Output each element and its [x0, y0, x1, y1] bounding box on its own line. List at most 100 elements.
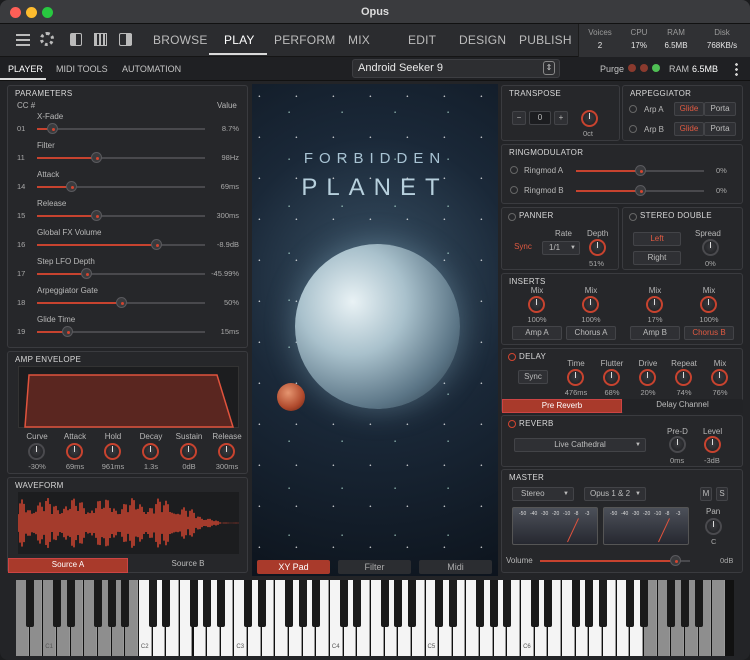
panel-icon[interactable]: [119, 33, 132, 46]
delay-knob[interactable]: [567, 369, 584, 386]
param-slider[interactable]: [37, 239, 205, 250]
pre-d-knob[interactable]: [669, 436, 686, 453]
black-key[interactable]: [503, 580, 512, 627]
ringmod-a-power-icon[interactable]: [510, 166, 518, 174]
tab-edit[interactable]: EDIT: [408, 33, 436, 47]
black-key[interactable]: [680, 580, 689, 627]
arp-a-power-icon[interactable]: [629, 105, 637, 113]
param-slider-thumb[interactable]: [91, 210, 102, 221]
volume-thumb[interactable]: [670, 555, 681, 566]
param-slider-thumb[interactable]: [66, 181, 77, 192]
reverb-level-knob[interactable]: [704, 436, 721, 453]
xy-pad-tab[interactable]: XY Pad: [257, 560, 330, 574]
envelope-graph[interactable]: [18, 366, 239, 428]
reverb-power-icon[interactable]: [508, 420, 516, 428]
amp-knob[interactable]: [180, 443, 197, 460]
gear-icon[interactable]: [40, 32, 54, 46]
black-key[interactable]: [407, 580, 416, 627]
tab-play[interactable]: PLAY: [224, 33, 255, 47]
volume-slider[interactable]: [540, 555, 690, 566]
filter-tab[interactable]: Filter: [338, 560, 411, 574]
param-slider[interactable]: [37, 326, 205, 337]
black-key[interactable]: [339, 580, 348, 627]
param-slider[interactable]: [37, 123, 205, 134]
black-key[interactable]: [585, 580, 594, 627]
midi-tab[interactable]: Midi: [419, 560, 492, 574]
arp-b-glide-button[interactable]: Glide: [674, 122, 704, 136]
delay-power-icon[interactable]: [508, 353, 516, 361]
black-key[interactable]: [257, 580, 266, 627]
param-slider[interactable]: [37, 297, 205, 308]
delay-knob[interactable]: [603, 369, 620, 386]
subtab-automation[interactable]: AUTOMATION: [122, 64, 181, 74]
tab-browse[interactable]: BROWSE: [153, 33, 208, 47]
black-key[interactable]: [25, 580, 34, 627]
layout-icon[interactable]: [70, 33, 82, 46]
master-output-dropdown[interactable]: Opus 1 & 2 ▼: [584, 487, 646, 501]
ringmod-b-thumb[interactable]: [635, 185, 646, 196]
purge-led-3[interactable]: [652, 64, 660, 72]
insert-mix-knob[interactable]: [646, 296, 663, 313]
purge-led-2[interactable]: [640, 64, 648, 72]
panner-depth-knob[interactable]: [589, 239, 606, 256]
insert-slot-button[interactable]: Chorus B: [684, 326, 734, 340]
amp-knob[interactable]: [28, 443, 45, 460]
preset-selector[interactable]: Android Seeker 9 ⇕: [352, 59, 560, 78]
insert-mix-knob[interactable]: [582, 296, 599, 313]
delay-knob[interactable]: [639, 369, 656, 386]
black-key[interactable]: [639, 580, 648, 627]
waveform-display[interactable]: [17, 492, 239, 554]
mute-button[interactable]: M: [700, 487, 712, 501]
black-key[interactable]: [476, 580, 485, 627]
amp-knob[interactable]: [104, 443, 121, 460]
solo-button[interactable]: S: [716, 487, 728, 501]
transpose-minus-button[interactable]: −: [512, 111, 526, 125]
insert-slot-button[interactable]: Amp B: [630, 326, 680, 340]
tab-publish[interactable]: PUBLISH: [519, 33, 572, 47]
param-slider-thumb[interactable]: [151, 239, 162, 250]
tab-perform[interactable]: PERFORM: [274, 33, 335, 47]
black-key[interactable]: [66, 580, 75, 627]
black-key[interactable]: [626, 580, 635, 627]
tab-mix[interactable]: MIX: [348, 33, 370, 47]
arp-b-porta-button[interactable]: Porta: [704, 122, 736, 136]
piano-icon[interactable]: [94, 33, 107, 46]
more-options-icon[interactable]: [735, 62, 738, 76]
black-key[interactable]: [203, 580, 212, 627]
stereo-double-power-icon[interactable]: [629, 213, 637, 221]
arp-a-glide-button[interactable]: Glide: [674, 102, 704, 116]
black-key[interactable]: [107, 580, 116, 627]
param-slider-thumb[interactable]: [91, 152, 102, 163]
black-key[interactable]: [380, 580, 389, 627]
black-key[interactable]: [244, 580, 253, 627]
black-key[interactable]: [121, 580, 130, 627]
black-key[interactable]: [189, 580, 198, 627]
panner-power-icon[interactable]: [508, 213, 516, 221]
piano-keyboard[interactable]: C1 C2 C3 C4 C5 C6: [16, 580, 734, 656]
param-slider[interactable]: [37, 181, 205, 192]
black-key[interactable]: [53, 580, 61, 627]
ringmod-a-thumb[interactable]: [635, 165, 646, 176]
amp-knob[interactable]: [142, 443, 159, 460]
param-slider[interactable]: [37, 152, 205, 163]
pan-knob[interactable]: [705, 518, 722, 535]
black-key[interactable]: [298, 580, 307, 627]
black-key[interactable]: [394, 580, 403, 627]
black-key[interactable]: [216, 580, 225, 627]
param-slider[interactable]: [37, 268, 205, 279]
ringmod-b-slider[interactable]: [576, 185, 704, 196]
delay-knob[interactable]: [675, 369, 692, 386]
insert-slot-button[interactable]: Chorus A: [566, 326, 616, 340]
reverb-preset-dropdown[interactable]: Live Cathedral ▼: [514, 438, 646, 452]
amp-knob[interactable]: [218, 443, 235, 460]
param-slider-thumb[interactable]: [116, 297, 127, 308]
spread-knob[interactable]: [702, 239, 719, 256]
black-key[interactable]: [435, 580, 444, 627]
menu-icon[interactable]: [16, 34, 30, 46]
delay-sync-button[interactable]: Sync: [518, 370, 548, 384]
delay-channel-tab[interactable]: Delay Channel: [622, 399, 743, 413]
ringmod-b-power-icon[interactable]: [510, 186, 518, 194]
arp-b-power-icon[interactable]: [629, 125, 637, 133]
tab-design[interactable]: DESIGN: [459, 33, 506, 47]
black-key[interactable]: [312, 580, 321, 627]
